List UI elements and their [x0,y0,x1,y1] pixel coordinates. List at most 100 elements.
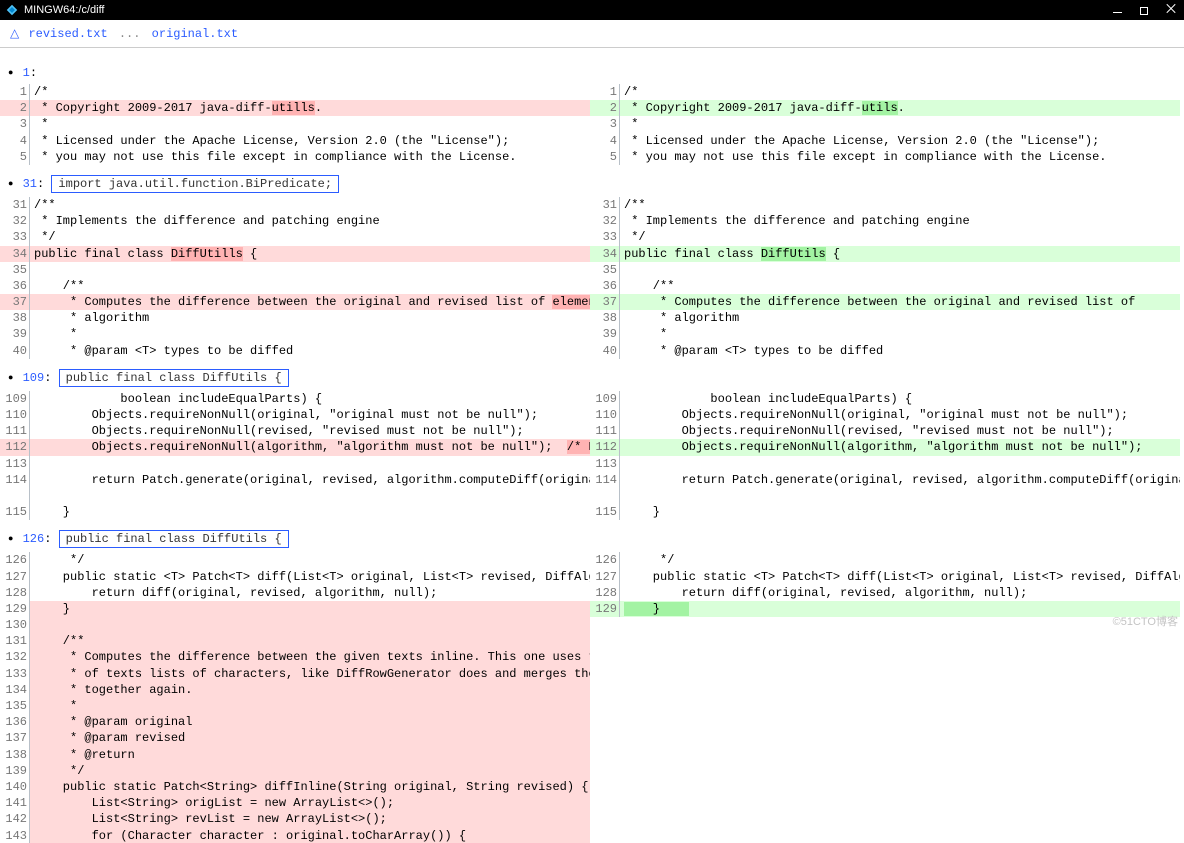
diff-line: 134 * together again. [0,682,590,698]
line-number: 3 [0,116,30,132]
line-number: 142 [0,811,30,827]
diff-line: 3 * [0,116,590,132]
line-number: 111 [590,423,620,439]
app-icon [6,4,18,16]
line-number: 141 [0,795,30,811]
diff-line: 35 [0,262,590,278]
diff-line: 31/** [590,197,1180,213]
line-number: 112 [0,439,30,455]
line-number: 114 [590,472,620,488]
line-number: 132 [0,649,30,665]
line-number: 129 [0,601,30,617]
diff-line: 111 Objects.requireNonNull(revised, "rev… [0,423,590,439]
diff-line: 130 [0,617,590,633]
diff-line: 33 */ [590,229,1180,245]
diff-line: 34public final class DiffUtills { [0,246,590,262]
minimize-button[interactable] [1113,3,1122,17]
diff-region: 109 boolean includeEqualParts) {110 Obje… [0,391,1184,521]
line-number: 133 [0,666,30,682]
right-side: 109 boolean includeEqualParts) {110 Obje… [590,391,1180,521]
delta-icon: △ [10,27,19,41]
line-number: 140 [0,779,30,795]
hunk-number: 1 [23,66,30,80]
line-number: 136 [0,714,30,730]
line-number: 34 [590,246,620,262]
line-number: 126 [590,552,620,568]
line-number: 32 [0,213,30,229]
diff-body[interactable]: ● 1: 1/*2 * Copyright 2009-2017 java-diff… [0,66,1184,843]
left-side: 126 */127 public static <T> Patch<T> dif… [0,552,590,843]
diff-line: 126 */ [590,552,1180,568]
line-number: 110 [590,407,620,423]
line-number: 4 [590,133,620,149]
window-title: MINGW64:/c/diff [24,4,1113,16]
file-a: revised.txt [28,27,107,41]
diff-line: 127 public static <T> Patch<T> diff(List… [0,569,590,585]
line-number: 110 [0,407,30,423]
diff-line: 109 boolean includeEqualParts) { [590,391,1180,407]
file-b: original.txt [152,27,238,41]
line-number: 1 [590,84,620,100]
line-number: 33 [0,229,30,245]
diff-line: 36 /** [0,278,590,294]
diff-line: 5 * you may not use this file except in … [590,149,1180,165]
line-number: 38 [590,310,620,326]
diff-line: 127 public static <T> Patch<T> diff(List… [590,569,1180,585]
hunk-header[interactable]: ● 31: import java.util.function.BiPredic… [8,175,1184,193]
diff-line: 39 * [0,326,590,342]
diff-line: 136 * @param original [0,714,590,730]
titlebar: MINGW64:/c/diff [0,0,1184,20]
diff-line: 31/** [0,197,590,213]
right-side: 126 */127 public static <T> Patch<T> dif… [590,552,1180,843]
line-number: 37 [590,294,620,310]
line-number: 2 [590,100,620,116]
diff-line: 33 */ [0,229,590,245]
line-number: 1 [0,84,30,100]
diff-line: 1/* [0,84,590,100]
line-number: 39 [0,326,30,342]
line-number: 130 [0,617,30,633]
right-side: 31/**32 * Implements the difference and … [590,197,1180,359]
hunk-header[interactable]: ● 109: public final class DiffUtils { [8,369,1184,387]
diff-line: 126 */ [0,552,590,568]
close-button[interactable] [1166,3,1176,17]
line-number: 134 [0,682,30,698]
diff-region: 1/*2 * Copyright 2009-2017 java-diff-uti… [0,84,1184,165]
hunk-number: 109 [23,371,45,385]
file-header: △ revised.txt ... original.txt [0,20,1184,48]
diff-line: 38 * algorithm [0,310,590,326]
maximize-button[interactable] [1140,3,1148,17]
diff-line: 5 * you may not use this file except in … [0,149,590,165]
line-number: 33 [590,229,620,245]
line-number: 36 [0,278,30,294]
line-number: 127 [590,569,620,585]
window-controls [1113,3,1176,17]
diff-line: 35 [590,262,1180,278]
hunk-header[interactable]: ● 1: [8,66,1184,80]
line-number: 113 [590,456,620,472]
diff-line: 1/* [590,84,1180,100]
line-number: 115 [0,504,30,520]
diff-line: 34public final class DiffUtils { [590,246,1180,262]
diff-line: 129 } [0,601,590,617]
line-number: 139 [0,763,30,779]
hunk-title: public final class DiffUtils { [59,369,289,387]
diff-line: 135 * [0,698,590,714]
hunk-header[interactable]: ● 126: public final class DiffUtils { [8,530,1184,548]
diff-line: 110 Objects.requireNonNull(original, "or… [0,407,590,423]
diff-line: 32 * Implements the difference and patch… [0,213,590,229]
diff-line: 140 public static Patch<String> diffInli… [0,779,590,795]
line-number: 35 [0,262,30,278]
line-number: 31 [0,197,30,213]
line-number: 128 [0,585,30,601]
line-number: 38 [0,310,30,326]
diff-line: 32 * Implements the difference and patch… [590,213,1180,229]
hunk-title: public final class DiffUtils { [59,530,289,548]
left-side: 109 boolean includeEqualParts) {110 Obje… [0,391,590,521]
diff-line: 131 /** [0,633,590,649]
line-number: 40 [590,343,620,359]
diff-line: 36 /** [590,278,1180,294]
diff-line: 115 } [590,504,1180,520]
line-number: 40 [0,343,30,359]
file-sep: ... [119,27,141,41]
